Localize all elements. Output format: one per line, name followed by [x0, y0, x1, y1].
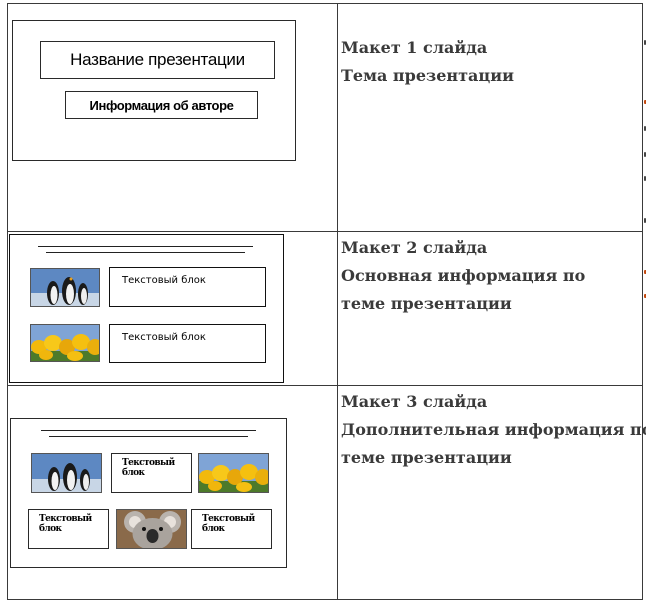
table-row-divider-2: [7, 385, 643, 386]
slide-layout-2: Текстовый блок Текстовый блок: [9, 234, 284, 383]
penguins-image: [31, 453, 102, 493]
row-3-description: Макет 3 слайда Дополнительная информация…: [341, 388, 646, 472]
tulips-image: [198, 453, 269, 493]
table-border-top: [7, 3, 643, 4]
table-border-bottom: [7, 599, 643, 600]
slide-title-line: [41, 430, 256, 431]
table-column-divider: [337, 3, 338, 600]
row-3-description-line: теме презентации: [341, 448, 512, 467]
table-border-right: [642, 3, 643, 600]
row-1-description: Макет 1 слайда Тема презентации: [341, 34, 514, 90]
slide-layout-3: Текстовый блок Текстовый блок Текстовый …: [10, 418, 287, 568]
text-block: Текстовый блок: [109, 267, 266, 307]
slide-title-line: [46, 252, 245, 253]
row-1-description-line: Макет 1 слайда: [341, 38, 488, 57]
row-2-description-line: Основная информация по: [341, 266, 586, 285]
row-3-description-line: Дополнительная информация по: [341, 420, 646, 439]
slide-layout-1: Название презентации Информация об автор…: [12, 20, 296, 161]
penguins-image: [30, 268, 100, 307]
row-3-description-line: Макет 3 слайда: [341, 392, 488, 411]
tulips-image-art: [31, 325, 99, 361]
slide-title-box: Название презентации: [40, 41, 275, 79]
row-1-description-line: Тема презентации: [341, 66, 514, 85]
tulips-image: [30, 324, 100, 362]
slide-title-line: [49, 436, 248, 437]
tulips-image-art: [199, 454, 268, 492]
row-2-description: Макет 2 слайда Основная информация по те…: [341, 234, 585, 318]
penguins-image-art: [31, 269, 99, 306]
text-block: Текстовый блок: [111, 453, 192, 493]
koala-image: [116, 509, 187, 549]
text-block: Текстовый блок: [191, 509, 272, 549]
table-border-left: [7, 3, 8, 600]
text-block: Текстовый блок: [28, 509, 109, 549]
slide-title-line: [38, 246, 253, 247]
table-row-divider-1: [7, 231, 643, 232]
text-block: Текстовый блок: [109, 324, 266, 363]
koala-image-art: [117, 510, 186, 548]
row-2-description-line: Макет 2 слайда: [341, 238, 488, 257]
row-2-description-line: теме презентации: [341, 294, 512, 313]
slide-author-box: Информация об авторе: [65, 91, 258, 119]
penguins-image-art: [32, 454, 101, 492]
